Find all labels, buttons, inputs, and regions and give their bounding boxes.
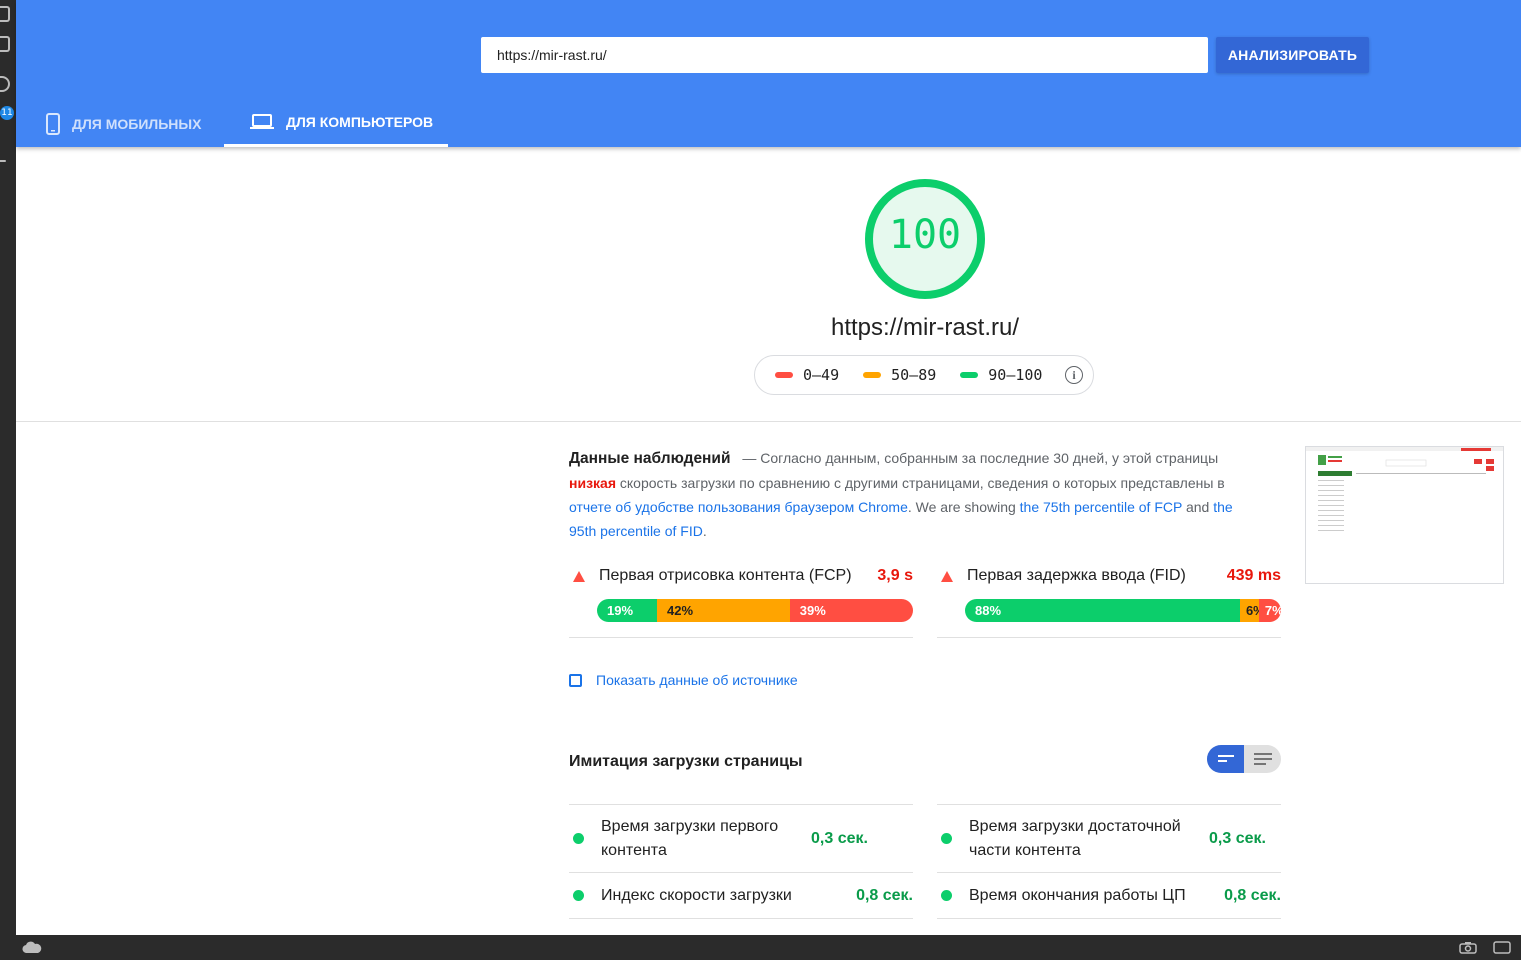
section-divider [16, 421, 1521, 422]
legend-item-average: 50–89 [863, 366, 936, 384]
row-divider [937, 918, 1281, 919]
speed-rating: низкая [569, 475, 616, 491]
metric-label: Время окончания работы ЦП [969, 886, 1186, 904]
tab-label: ДЛЯ КОМПЬЮТЕРОВ [286, 114, 434, 130]
segment-average: 42% [657, 599, 790, 622]
lab-metric-speed-index: Индекс скорости загрузки 0,8 сек. [569, 872, 913, 918]
metric-label: Первая отрисовка контента (FCP) [599, 567, 852, 584]
website-preview-image [1306, 447, 1503, 531]
lab-metric-cpu-idle: Время окончания работы ЦП 0,8 сек. [937, 872, 1281, 918]
description-text: . We are showing [907, 499, 1016, 515]
metric-value: 0,3 сек. [1209, 829, 1266, 847]
analyze-button[interactable]: АНАЛИЗИРОВАТЬ [1216, 37, 1369, 73]
metric-label: Время загрузки достаточной части контент… [969, 817, 1181, 859]
legend-label: 90–100 [988, 366, 1043, 384]
segment-fast: 88% [965, 599, 1240, 622]
checkbox-icon[interactable] [569, 673, 582, 687]
segment-slow: 39% [789, 599, 913, 622]
distribution-bar: 88% 6% 7% [965, 599, 1281, 622]
score-value: 100 [888, 212, 962, 258]
pass-dot-icon [573, 833, 584, 844]
legend-swatch [775, 372, 793, 378]
metric-value: 0,8 сек. [856, 886, 913, 904]
view-toggle[interactable] [1207, 745, 1281, 773]
tab-desktop[interactable]: ДЛЯ КОМПЬЮТЕРОВ [224, 100, 448, 147]
warning-triangle-icon [573, 570, 585, 582]
metric-label: Первая задержка ввода (FID) [967, 567, 1186, 584]
expanded-list-icon [1253, 753, 1272, 765]
pass-dot-icon [573, 890, 584, 901]
compact-list-icon [1217, 755, 1234, 762]
legend-item-fail: 0–49 [775, 366, 839, 384]
app-icon[interactable] [0, 76, 10, 92]
field-data-title: Данные наблюдений [569, 450, 731, 467]
description-text: скорость загрузки по сравнению с другими… [619, 475, 1225, 491]
laptop-icon [250, 114, 274, 130]
lab-metric-fcp: Время загрузки первого контента 0,3 сек. [569, 804, 913, 872]
pass-dot-icon [941, 890, 952, 901]
legend-swatch [863, 372, 882, 378]
app-icon[interactable] [0, 36, 10, 52]
description-text: . [702, 523, 707, 539]
app-icon[interactable] [0, 160, 6, 162]
segment-average: 6% [1239, 599, 1265, 622]
url-input[interactable] [481, 37, 1208, 73]
row-divider [569, 918, 913, 919]
field-metric-fcp: Первая отрисовка контента (FCP) 3,9 s 19… [569, 562, 913, 638]
expanded-view-button[interactable] [1244, 745, 1281, 773]
os-sidebar: 11 [0, 0, 16, 935]
warning-triangle-icon [941, 570, 953, 582]
segment-fast: 19% [597, 599, 658, 622]
tab-mobile[interactable]: ДЛЯ МОБИЛЬНЫХ [46, 100, 226, 147]
info-icon[interactable]: i [1065, 366, 1083, 384]
field-metric-fid: Первая задержка ввода (FID) 439 ms 88% 6… [937, 562, 1281, 638]
metric-value: 0,8 сек. [1224, 886, 1281, 904]
os-taskbar [0, 935, 1521, 960]
show-origin-label[interactable]: Показать данные об источнике [596, 672, 798, 688]
lab-metric-fmp: Время загрузки достаточной части контент… [937, 804, 1281, 872]
metric-label: Индекс скорости загрузки [601, 886, 792, 904]
smartphone-icon [46, 112, 60, 135]
legend-label: 0–49 [803, 366, 840, 384]
field-data-description: Данные наблюдений — Согласно данным, соб… [569, 446, 1249, 543]
notification-badge: 11 [0, 106, 14, 120]
description-text: — Согласно данным, собранным за последни… [742, 450, 1219, 466]
compact-view-button[interactable] [1207, 745, 1244, 773]
window-icon[interactable] [1493, 941, 1511, 954]
cloud-icon[interactable] [22, 941, 42, 953]
metric-value: 3,9 s [877, 567, 913, 584]
tab-label: ДЛЯ МОБИЛЬНЫХ [72, 115, 202, 132]
show-origin-toggle[interactable]: Показать данные об источнике [569, 672, 798, 688]
page-screenshot-thumbnail [1305, 446, 1504, 584]
metric-value: 439 ms [1226, 567, 1281, 584]
metric-value: 0,3 сек. [811, 829, 868, 847]
legend-label: 50–89 [891, 366, 937, 384]
metric-label: Время загрузки первого контента [601, 817, 779, 859]
pass-dot-icon [941, 833, 952, 844]
description-text: and [1185, 499, 1210, 515]
distribution-bar: 19% 42% 39% [597, 599, 913, 622]
legend-swatch [960, 372, 979, 378]
score-legend: 0–49 50–89 90–100 i [754, 355, 1094, 395]
lab-data-title: Имитация загрузки страницы [569, 753, 803, 770]
crux-report-link[interactable]: отчете об удобстве пользования браузером… [569, 499, 908, 515]
legend-item-pass: 90–100 [960, 366, 1042, 384]
segment-slow: 7% [1258, 599, 1281, 622]
page-url: https://mir-rast.ru/ [830, 314, 1020, 341]
app-icon[interactable] [0, 6, 10, 22]
fcp-percentile-link[interactable]: the 75th percentile of FCP [1020, 499, 1182, 515]
camera-icon[interactable] [1459, 941, 1477, 954]
header-bar: АНАЛИЗИРОВАТЬ ДЛЯ МОБИЛЬНЫХ ДЛЯ КОМПЬЮТЕ… [16, 0, 1521, 147]
